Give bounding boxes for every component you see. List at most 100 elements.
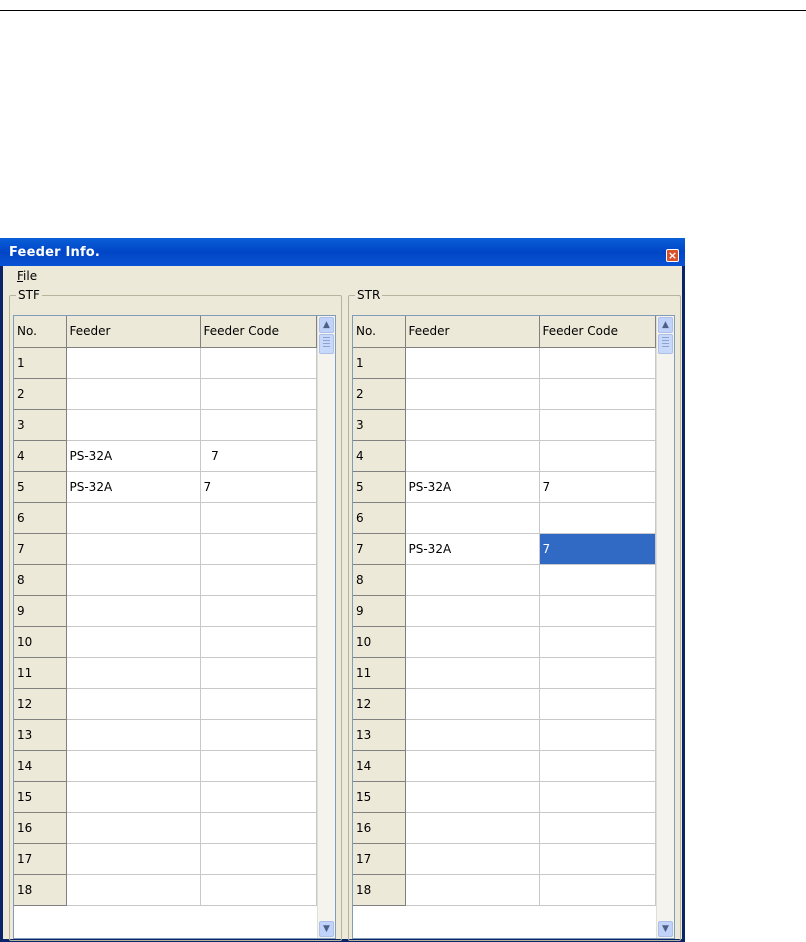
str-scrollbar[interactable]: ▲ ▼ xyxy=(656,316,674,938)
table-row[interactable]: 10 xyxy=(353,626,656,658)
chevron-down-icon[interactable]: ▼ xyxy=(658,921,673,937)
feeder-cell[interactable] xyxy=(405,595,540,627)
feeder-cell[interactable] xyxy=(66,626,201,658)
feeder-cell[interactable]: PS-32A xyxy=(405,471,540,503)
table-row[interactable]: 18 xyxy=(353,874,656,906)
feeder-cell[interactable] xyxy=(66,502,201,534)
column-header[interactable]: Feeder xyxy=(405,316,540,348)
feeder-cell[interactable] xyxy=(66,719,201,751)
feeder-code-cell[interactable] xyxy=(200,595,317,627)
table-row[interactable]: 5 PS-32A 7 xyxy=(353,471,656,503)
table-row[interactable]: 7 PS-32A 7 xyxy=(353,533,656,565)
table-row[interactable]: 11 xyxy=(353,657,656,689)
feeder-cell[interactable] xyxy=(66,781,201,813)
table-row[interactable]: 8 xyxy=(353,564,656,596)
feeder-cell[interactable] xyxy=(405,781,540,813)
feeder-code-cell[interactable] xyxy=(200,564,317,596)
table-row[interactable]: 12 xyxy=(353,688,656,720)
chevron-up-icon[interactable]: ▲ xyxy=(658,317,673,333)
feeder-cell[interactable] xyxy=(405,378,540,410)
feeder-cell[interactable] xyxy=(405,502,540,534)
chevron-up-icon[interactable]: ▲ xyxy=(319,317,334,333)
feeder-code-cell[interactable] xyxy=(539,750,656,782)
table-row[interactable]: 7 xyxy=(14,533,317,565)
feeder-code-cell[interactable] xyxy=(539,688,656,720)
table-row[interactable]: 16 xyxy=(353,812,656,844)
feeder-cell[interactable] xyxy=(66,564,201,596)
column-header[interactable]: Feeder Code xyxy=(200,316,317,348)
feeder-code-cell[interactable] xyxy=(539,843,656,875)
table-row[interactable]: 6 xyxy=(353,502,656,534)
feeder-code-cell[interactable] xyxy=(200,874,317,906)
feeder-cell[interactable] xyxy=(66,533,201,565)
feeder-code-cell[interactable]: 7 xyxy=(539,533,656,565)
feeder-cell[interactable]: PS-32A xyxy=(66,471,201,503)
feeder-cell[interactable] xyxy=(66,657,201,689)
feeder-code-cell[interactable] xyxy=(539,719,656,751)
table-row[interactable]: 13 xyxy=(14,719,317,751)
table-row[interactable]: 8 xyxy=(14,564,317,596)
table-row[interactable]: 3 xyxy=(14,409,317,441)
feeder-cell[interactable] xyxy=(405,874,540,906)
feeder-code-cell[interactable] xyxy=(539,409,656,441)
table-row[interactable]: 17 xyxy=(14,843,317,875)
feeder-code-cell[interactable]: 7 xyxy=(200,471,317,503)
table-row[interactable]: 11 xyxy=(14,657,317,689)
table-row[interactable]: 17 xyxy=(353,843,656,875)
table-row[interactable]: 15 xyxy=(14,781,317,813)
feeder-cell[interactable] xyxy=(405,626,540,658)
close-icon[interactable]: × xyxy=(666,249,679,262)
table-row[interactable]: 9 xyxy=(14,595,317,627)
column-header[interactable]: Feeder xyxy=(66,316,201,348)
table-row[interactable]: 16 xyxy=(14,812,317,844)
feeder-cell[interactable] xyxy=(66,874,201,906)
chevron-down-icon[interactable]: ▼ xyxy=(319,921,334,937)
table-row[interactable]: 2 xyxy=(14,378,317,410)
feeder-cell[interactable] xyxy=(405,440,540,472)
table-row[interactable]: 4 PS-32A 7 xyxy=(14,440,317,472)
table-row[interactable]: 1 xyxy=(14,347,317,379)
feeder-cell[interactable] xyxy=(66,595,201,627)
feeder-code-cell[interactable] xyxy=(200,750,317,782)
feeder-code-cell[interactable] xyxy=(539,626,656,658)
title-bar[interactable]: Feeder Info. × xyxy=(0,238,685,266)
feeder-code-cell[interactable] xyxy=(200,626,317,658)
table-row[interactable]: 4 xyxy=(353,440,656,472)
column-header[interactable]: Feeder Code xyxy=(539,316,656,348)
table-row[interactable]: 15 xyxy=(353,781,656,813)
table-row[interactable]: 13 xyxy=(353,719,656,751)
table-row[interactable]: 6 xyxy=(14,502,317,534)
feeder-code-cell[interactable] xyxy=(539,812,656,844)
feeder-cell[interactable] xyxy=(405,564,540,596)
table-row[interactable]: 14 xyxy=(353,750,656,782)
stf-scrollbar[interactable]: ▲ ▼ xyxy=(317,316,335,938)
table-row[interactable]: 12 xyxy=(14,688,317,720)
feeder-cell[interactable] xyxy=(405,843,540,875)
table-row[interactable]: 2 xyxy=(353,378,656,410)
feeder-code-cell[interactable]: 7 xyxy=(200,440,317,472)
feeder-cell[interactable] xyxy=(405,347,540,379)
feeder-cell[interactable] xyxy=(66,409,201,441)
str-grid[interactable]: No. Feeder Feeder Code 1 2 3 4 5 PS-32A 7 6 7 PS-32A… xyxy=(352,315,675,939)
feeder-code-cell[interactable]: 7 xyxy=(539,471,656,503)
feeder-code-cell[interactable] xyxy=(200,657,317,689)
column-header[interactable]: No. xyxy=(14,316,67,348)
feeder-cell[interactable] xyxy=(405,409,540,441)
feeder-code-cell[interactable] xyxy=(200,502,317,534)
feeder-code-cell[interactable] xyxy=(539,781,656,813)
column-header[interactable]: No. xyxy=(353,316,406,348)
scroll-thumb[interactable] xyxy=(319,334,334,354)
feeder-code-cell[interactable] xyxy=(539,874,656,906)
feeder-code-cell[interactable] xyxy=(539,347,656,379)
feeder-code-cell[interactable] xyxy=(200,843,317,875)
table-row[interactable]: 18 xyxy=(14,874,317,906)
feeder-cell[interactable] xyxy=(405,812,540,844)
feeder-code-cell[interactable] xyxy=(200,719,317,751)
feeder-code-cell[interactable] xyxy=(539,595,656,627)
feeder-cell[interactable] xyxy=(66,750,201,782)
feeder-cell[interactable] xyxy=(66,347,201,379)
feeder-cell[interactable] xyxy=(405,688,540,720)
feeder-code-cell[interactable] xyxy=(539,378,656,410)
feeder-cell[interactable] xyxy=(405,719,540,751)
table-row[interactable]: 1 xyxy=(353,347,656,379)
